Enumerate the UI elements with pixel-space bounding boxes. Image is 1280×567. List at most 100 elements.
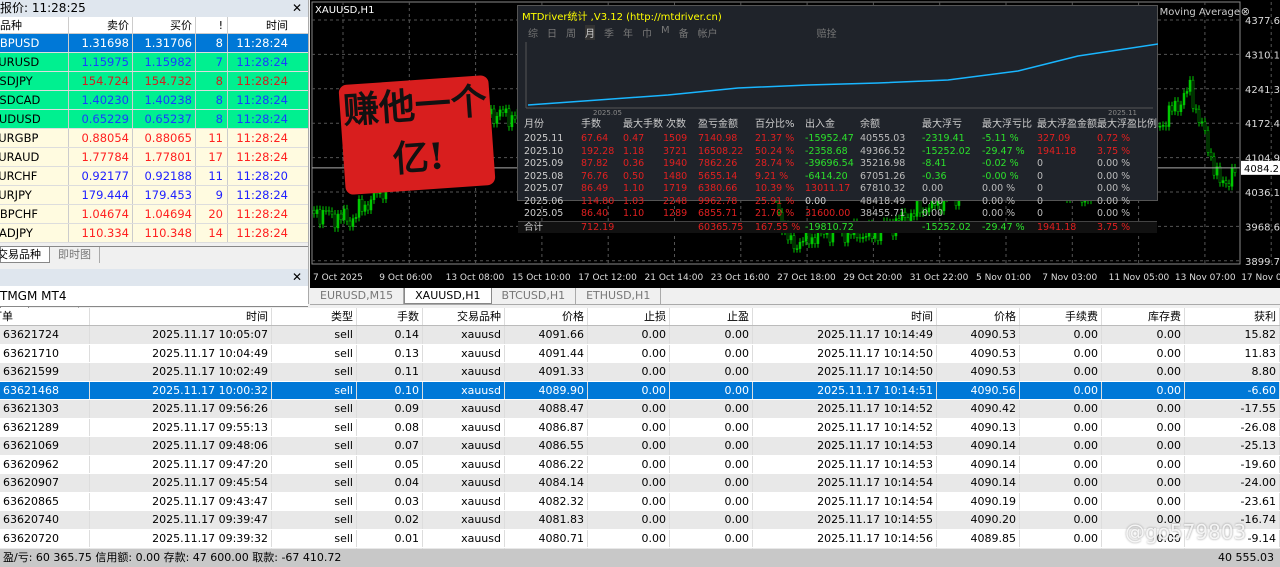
column-header[interactable]: 价格 bbox=[937, 308, 1020, 325]
indicator-label: Moving Average bbox=[1159, 7, 1240, 18]
table-cell: xauusd bbox=[423, 474, 505, 492]
symbol-row[interactable]: EURJPY179.444179.4539 11:28:24 bbox=[0, 186, 308, 205]
stats-tab[interactable]: 赔拴 bbox=[817, 25, 837, 40]
table-row[interactable]: 63620962 2025.11.17 09:47:20 sell 0.05 xauus… bbox=[0, 455, 1280, 474]
table-row[interactable]: 63621599 2025.11.17 10:02:49 sell 0.11 xauus… bbox=[0, 363, 1280, 382]
table-row[interactable]: 63620740 2025.11.17 09:39:47 sell 0.02 xauus… bbox=[0, 511, 1280, 530]
symbol-bid: 1.15975 bbox=[69, 53, 133, 71]
table-row[interactable]: 63621303 2025.11.17 09:56:26 sell 0.09 xauus… bbox=[0, 400, 1280, 419]
column-header[interactable]: 时间 bbox=[228, 17, 292, 33]
column-header[interactable]: 卖价 bbox=[69, 17, 133, 33]
symbol-row[interactable]: USDCAD1.402301.402388 11:28:24 bbox=[0, 91, 308, 110]
column-header[interactable]: 买价 bbox=[133, 17, 196, 33]
column-header[interactable]: 品种 bbox=[0, 17, 69, 33]
symbol-row[interactable]: GBPUSD1.316981.317068 11:28:24 bbox=[0, 34, 308, 53]
price-label: 4036.1 bbox=[1245, 188, 1280, 199]
symbol-row[interactable]: GBPCHF1.046741.0469420 11:28:24 bbox=[0, 205, 308, 224]
stats-tab[interactable]: 巾 bbox=[642, 25, 652, 40]
stats-cell: 67.64 bbox=[581, 133, 609, 144]
symbol-row[interactable]: EURCHF0.921770.9218811 11:28:20 bbox=[0, 167, 308, 186]
column-header[interactable]: 时间 bbox=[90, 308, 272, 325]
chart-tab[interactable]: EURUSD,M15 bbox=[310, 288, 405, 304]
column-header[interactable]: ! bbox=[196, 17, 228, 33]
stats-tab[interactable]: 备 bbox=[679, 25, 689, 40]
stats-tab[interactable]: M bbox=[661, 25, 670, 40]
close-icon[interactable]: ✕ bbox=[292, 0, 302, 17]
symbol-bid: 1.04674 bbox=[69, 205, 133, 223]
stats-row: 2025.08 76.76 0.50 1480 5655.14 9.21 % -6414.2… bbox=[518, 171, 1157, 184]
stats-tab[interactable]: 月 bbox=[585, 25, 595, 40]
table-cell: 0.08 bbox=[357, 418, 423, 436]
column-header[interactable]: 订单 bbox=[0, 308, 90, 325]
table-row[interactable]: 63620865 2025.11.17 09:43:47 sell 0.03 xauus… bbox=[0, 492, 1280, 511]
table-cell: xauusd bbox=[423, 437, 505, 455]
stats-cell: 67051.26 bbox=[860, 170, 906, 182]
stats-cell: 1509 bbox=[663, 133, 688, 144]
chart-tab[interactable]: BTCUSD,H1 bbox=[492, 288, 577, 304]
symbol-bid: 0.65229 bbox=[69, 110, 133, 128]
stats-tab[interactable]: 日 bbox=[547, 25, 557, 40]
stats-cell: -15252.02 bbox=[922, 145, 971, 157]
time-label: 31 Oct 22:00 bbox=[910, 273, 969, 283]
stats-cell: 2248 bbox=[663, 195, 688, 207]
time-label: 27 Oct 18:00 bbox=[777, 273, 836, 283]
stats-cell: 1.10 bbox=[623, 183, 645, 194]
table-cell: 4091.33 bbox=[505, 363, 588, 381]
symbol-row[interactable]: USDJPY154.724154.7328 11:28:24 bbox=[0, 72, 308, 91]
stats-cell: 0 bbox=[1037, 208, 1044, 219]
symbol-row[interactable]: CADJPY110.334110.34814 11:28:24 bbox=[0, 224, 308, 243]
candle bbox=[816, 232, 820, 244]
stats-tab[interactable]: 帐户 bbox=[698, 25, 718, 40]
table-row[interactable]: 63620907 2025.11.17 09:45:54 sell 0.04 xauus… bbox=[0, 474, 1280, 493]
navigator-item[interactable]: TMGM MT4 bbox=[0, 286, 308, 306]
column-header[interactable]: 止盈 bbox=[670, 308, 753, 325]
table-row[interactable]: 63621069 2025.11.17 09:48:06 sell 0.07 xauus… bbox=[0, 437, 1280, 456]
stats-cell: 28.74 % bbox=[755, 158, 795, 169]
table-row[interactable]: 63621724 2025.11.17 10:05:07 sell 0.14 xauus… bbox=[0, 326, 1280, 345]
column-header[interactable]: 止损 bbox=[588, 308, 670, 325]
column-header[interactable]: 获利 bbox=[1185, 308, 1280, 325]
symbol-ask: 0.92188 bbox=[133, 167, 196, 185]
graph-start: 2025.05 bbox=[593, 109, 622, 117]
table-cell: 0.00 bbox=[588, 326, 670, 344]
table-cell: 0.00 bbox=[588, 529, 670, 547]
close-icon[interactable]: ✕ bbox=[292, 269, 302, 286]
candle bbox=[510, 115, 514, 128]
table-cell: 0.00 bbox=[1102, 492, 1185, 510]
chart-tab[interactable]: XAUUSD,H1 bbox=[404, 288, 492, 304]
indicator-close-icon[interactable]: ⊗ bbox=[1241, 5, 1250, 18]
table-cell: 0.03 bbox=[357, 492, 423, 510]
symbol-ask: 1.40238 bbox=[133, 91, 196, 109]
column-header[interactable]: 类型 bbox=[272, 308, 357, 325]
column-header[interactable]: 时间 bbox=[753, 308, 937, 325]
table-cell: 0.00 bbox=[588, 437, 670, 455]
symbol-row[interactable]: EURUSD1.159751.159827 11:28:24 bbox=[0, 53, 308, 72]
table-row[interactable]: 63621468 2025.11.17 10:00:32 sell 0.10 xauus… bbox=[0, 381, 1280, 400]
table-cell: sell bbox=[272, 529, 357, 547]
symbol-time: 11:28:24 bbox=[236, 55, 288, 69]
table-row[interactable]: 63621289 2025.11.17 09:55:13 sell 0.08 xauus… bbox=[0, 418, 1280, 437]
table-cell: 0.00 bbox=[1102, 381, 1185, 399]
chart-tab[interactable]: ETHUSD,H1 bbox=[576, 288, 662, 304]
column-header[interactable]: 交易品种 bbox=[423, 308, 505, 325]
table-cell: 0.00 bbox=[670, 418, 753, 436]
symbol-row[interactable]: EURGBP0.880540.8806511 11:28:24 bbox=[0, 129, 308, 148]
stats-tab[interactable]: 年 bbox=[623, 25, 633, 40]
market-watch-tab[interactable]: 即时图 bbox=[50, 247, 100, 263]
candle bbox=[342, 208, 346, 221]
table-cell: 0.00 bbox=[1102, 363, 1185, 381]
stats-tab[interactable]: 综 bbox=[528, 25, 538, 40]
column-header[interactable]: 手续费 bbox=[1020, 308, 1102, 325]
stats-tab[interactable]: 季 bbox=[604, 25, 614, 40]
column-header[interactable]: 价格 bbox=[505, 308, 588, 325]
candle bbox=[1161, 125, 1165, 127]
stats-tab[interactable]: 周 bbox=[566, 25, 576, 40]
table-row[interactable]: 63621710 2025.11.17 10:04:49 sell 0.13 xauus… bbox=[0, 344, 1280, 363]
column-header[interactable]: 手数 bbox=[357, 308, 423, 325]
stats-cell: 48418.49 bbox=[860, 195, 906, 207]
table-row[interactable]: 63620720 2025.11.17 09:39:32 sell 0.01 xauus… bbox=[0, 529, 1280, 548]
symbol-row[interactable]: EURAUD1.777841.7780117 11:28:24 bbox=[0, 148, 308, 167]
symbol-row[interactable]: AUDUSD0.652290.652378 11:28:24 bbox=[0, 110, 308, 129]
column-header[interactable]: 库存费 bbox=[1102, 308, 1185, 325]
market-watch-tab[interactable]: 交易品种 bbox=[0, 247, 50, 263]
